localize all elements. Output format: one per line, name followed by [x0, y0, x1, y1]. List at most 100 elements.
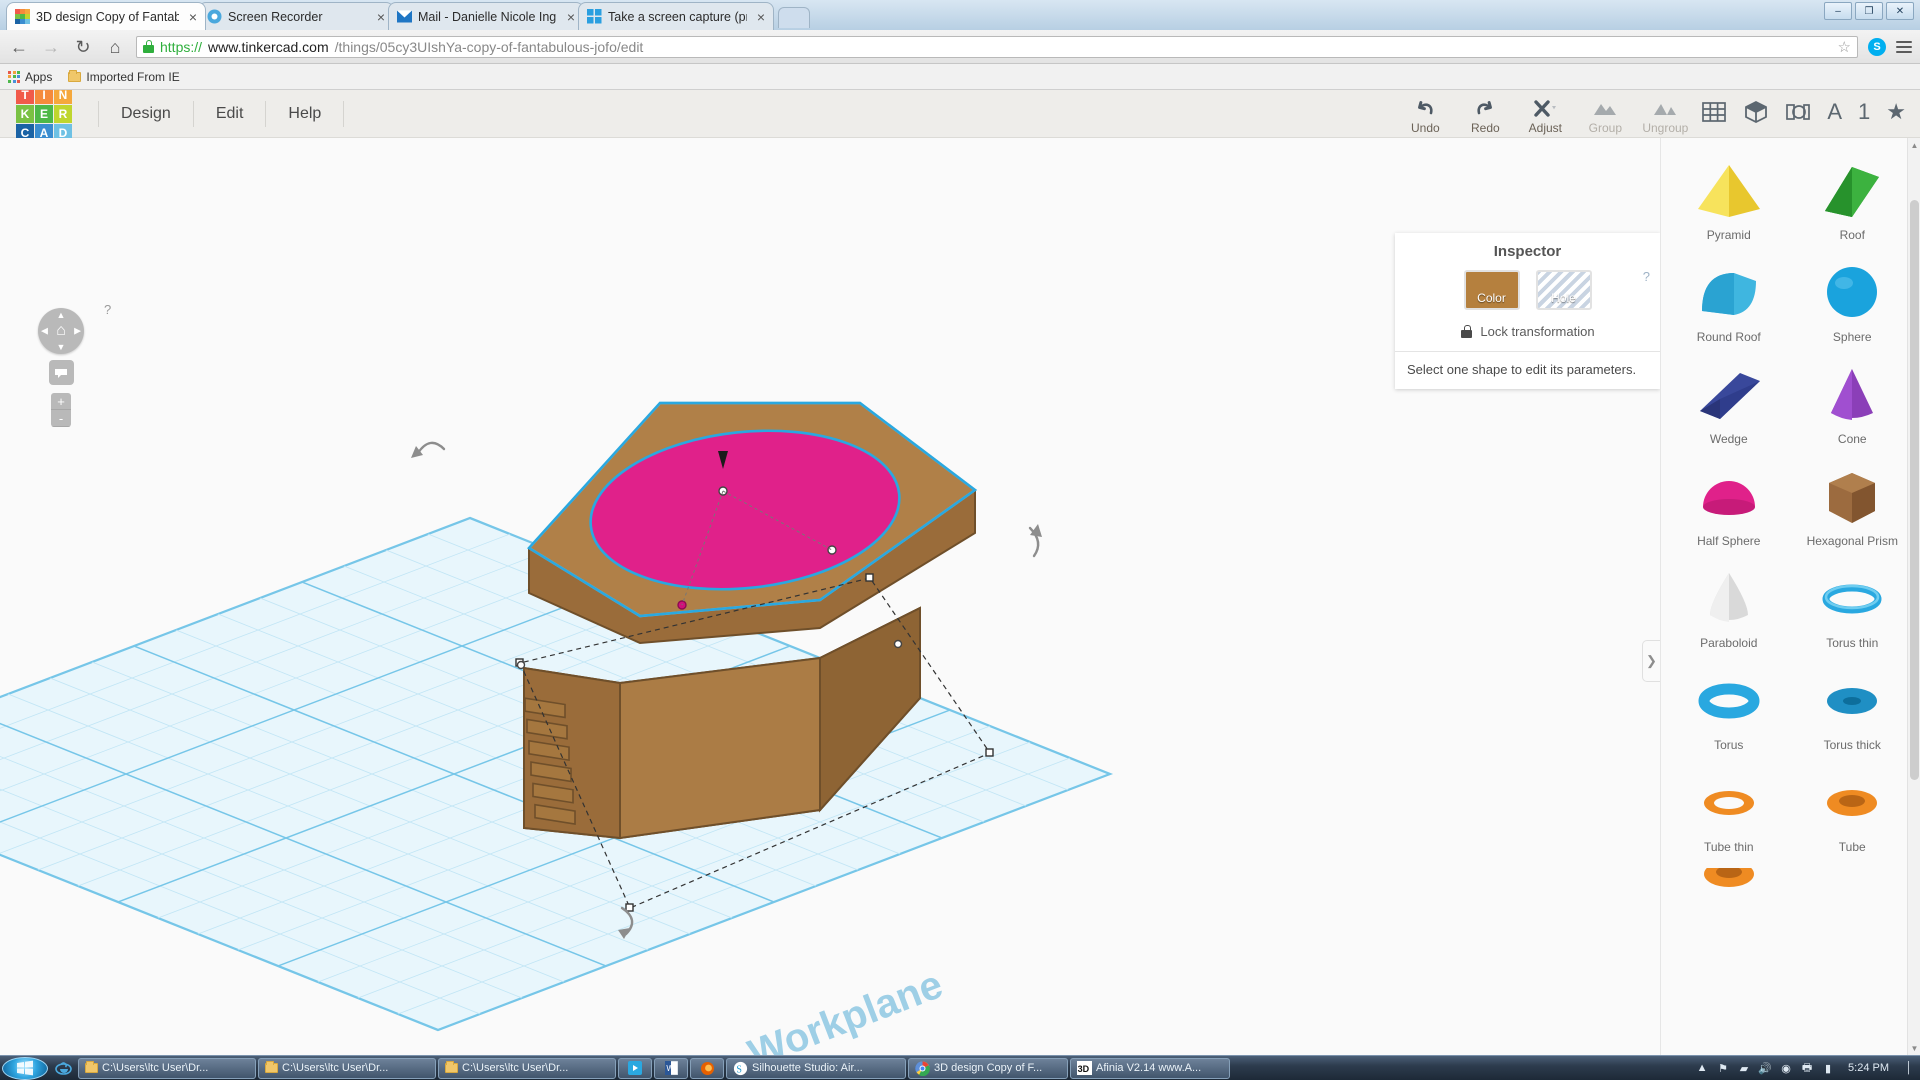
show-desktop-button[interactable]: │ [1902, 1061, 1916, 1075]
start-button[interactable] [2, 1056, 48, 1080]
shape-item-roof[interactable]: Roof [1791, 154, 1915, 242]
taskbar-button-silhouette[interactable]: S Silhouette Studio: Air... [726, 1057, 906, 1079]
browser-tab-1[interactable]: 3D design Copy of Fantab × [6, 2, 206, 30]
tab-close-button[interactable]: × [185, 10, 197, 24]
menu-item-design[interactable]: Design [98, 100, 194, 127]
browser-tab-3[interactable]: Mail - Danielle Nicole Ing × [388, 2, 584, 30]
shape-label: Torus thin [1826, 636, 1879, 650]
firefox-icon [700, 1061, 714, 1075]
svg-text:3D: 3D [1078, 1064, 1090, 1074]
scroll-down-arrow[interactable]: ▼ [1908, 1041, 1920, 1055]
star-icon[interactable]: ★ [1886, 99, 1906, 125]
skype-extension-icon[interactable]: S [1868, 37, 1886, 56]
network-icon[interactable]: ▰ [1737, 1061, 1751, 1075]
view-right-arrow[interactable]: ▶ [74, 326, 81, 337]
lock-transformation-row[interactable]: Lock transformation [1395, 318, 1660, 351]
color-swatch[interactable]: Color [1463, 270, 1520, 310]
view-navigation-widget[interactable]: ▲ ▼ ◀ ▶ ⌂ + - [38, 308, 84, 427]
show-hidden-icons-arrow[interactable]: ▲ [1695, 1061, 1709, 1075]
zoom-out-button[interactable]: - [51, 410, 71, 427]
minimize-button[interactable]: – [1824, 2, 1852, 20]
hole-swatch[interactable]: Hole [1535, 270, 1592, 310]
taskbar-button-explorer-2[interactable]: C:\Users\ltc User\Dr... [258, 1057, 436, 1079]
menu-item-edit[interactable]: Edit [194, 100, 267, 127]
shape-item-cone[interactable]: Cone [1791, 358, 1915, 446]
text-icon[interactable]: A [1827, 99, 1842, 125]
tab-close-button[interactable]: × [753, 10, 765, 24]
shape-item-sphere[interactable]: Sphere [1791, 256, 1915, 344]
zoom-controls[interactable]: + - [51, 393, 71, 427]
pyramid-icon [1667, 154, 1791, 226]
tinkercad-logo[interactable]: T I N K E R C A D [16, 90, 72, 142]
shape-item-partial[interactable] [1667, 868, 1791, 898]
home-button[interactable]: ⌂ [104, 38, 126, 56]
logo-tile: N [54, 90, 72, 104]
shape-item-wedge[interactable]: Wedge [1667, 358, 1791, 446]
group-button[interactable]: Group [1575, 99, 1635, 138]
adjust-button[interactable]: Adjust [1515, 99, 1575, 138]
chrome-menu-button[interactable] [1896, 40, 1912, 53]
browser-tab-4[interactable]: Take a screen capture (pri × [578, 2, 774, 30]
taskbar-button-firefox[interactable] [690, 1057, 724, 1079]
view-up-arrow[interactable]: ▲ [57, 310, 66, 320]
forward-button[interactable]: → [40, 38, 62, 56]
zoom-in-button[interactable]: + [51, 393, 71, 410]
address-bar[interactable]: https:// www.tinkercad.com/things/05cy3UI… [136, 35, 1858, 58]
scroll-up-arrow[interactable]: ▲ [1908, 138, 1920, 152]
reload-button[interactable]: ↻ [72, 38, 94, 56]
ungroup-button[interactable]: Ungroup [1635, 99, 1695, 138]
tab-close-button[interactable]: × [563, 10, 575, 24]
taskbar-button-word[interactable]: W [654, 1057, 688, 1079]
bookmark-imported-from-ie[interactable]: Imported From IE [68, 69, 180, 84]
taskbar-button-explorer-1[interactable]: C:\Users\ltc User\Dr... [78, 1057, 256, 1079]
cube-icon[interactable] [1743, 100, 1769, 124]
tab-close-button[interactable]: × [373, 10, 385, 24]
paraboloid-icon [1667, 562, 1791, 634]
taskbar-clock[interactable]: 5:24 PM [1842, 1062, 1895, 1074]
shapes-icon[interactable] [1785, 100, 1811, 124]
grid-icon[interactable] [1701, 100, 1727, 124]
undo-button[interactable]: Undo [1395, 99, 1455, 138]
quicklaunch-ie[interactable] [50, 1060, 76, 1077]
browser-tab-2[interactable]: Screen Recorder × [198, 2, 394, 30]
shape-item-torus-thick[interactable]: Torus thick [1791, 664, 1915, 752]
flag-icon[interactable]: ⚑ [1716, 1061, 1730, 1075]
inspector-help-icon[interactable]: ? [1643, 269, 1650, 284]
new-tab-button[interactable] [778, 7, 810, 28]
shape-item-round-roof[interactable]: Round Roof [1667, 256, 1791, 344]
fit-view-button[interactable] [48, 360, 74, 385]
maximize-button[interactable]: ❐ [1855, 2, 1883, 20]
bookmark-apps[interactable]: Apps [8, 70, 52, 84]
taskbar-button-afinia[interactable]: 3D Afinia V2.14 www.A... [1070, 1057, 1230, 1079]
shape-item-pyramid[interactable]: Pyramid [1667, 154, 1791, 242]
mail-icon [397, 10, 412, 23]
printer-icon[interactable]: 🖶 [1800, 1061, 1814, 1075]
bookmark-star-icon[interactable]: ☆ [1838, 38, 1851, 56]
home-view-icon[interactable]: ⌂ [56, 322, 66, 340]
panel-collapse-toggle[interactable]: ❯ [1642, 640, 1660, 682]
number-icon[interactable]: 1 [1858, 99, 1870, 125]
taskbar-button-media-player[interactable] [618, 1057, 652, 1079]
view-left-arrow[interactable]: ◀ [41, 326, 48, 337]
shape-item-tube-thin[interactable]: Tube thin [1667, 766, 1791, 854]
shape-item-torus[interactable]: Torus [1667, 664, 1791, 752]
canvas-help-icon[interactable]: ? [104, 302, 111, 317]
view-orbit-pad[interactable]: ▲ ▼ ◀ ▶ ⌂ [38, 308, 84, 354]
menu-item-help[interactable]: Help [266, 100, 345, 127]
shape-item-tube[interactable]: Tube [1791, 766, 1915, 854]
shape-item-paraboloid[interactable]: Paraboloid [1667, 562, 1791, 650]
action-center-icon[interactable]: ◉ [1779, 1061, 1793, 1075]
redo-button[interactable]: Redo [1455, 99, 1515, 138]
back-button[interactable]: ← [8, 38, 30, 56]
page-scrollbar[interactable]: ▲ ▼ [1907, 138, 1920, 1055]
volume-icon[interactable]: 🔊 [1758, 1061, 1772, 1075]
shape-item-hexagonal-prism[interactable]: Hexagonal Prism [1791, 460, 1915, 548]
close-window-button[interactable]: ✕ [1886, 2, 1914, 20]
scrollbar-thumb[interactable] [1910, 200, 1919, 780]
view-down-arrow[interactable]: ▼ [57, 342, 66, 352]
taskbar-button-chrome[interactable]: 3D design Copy of F... [908, 1057, 1068, 1079]
shape-item-half-sphere[interactable]: Half Sphere [1667, 460, 1791, 548]
shape-item-torus-thin[interactable]: Torus thin [1791, 562, 1915, 650]
taskbar-button-explorer-3[interactable]: C:\Users\ltc User\Dr... [438, 1057, 616, 1079]
battery-icon[interactable]: ▮ [1821, 1061, 1835, 1075]
